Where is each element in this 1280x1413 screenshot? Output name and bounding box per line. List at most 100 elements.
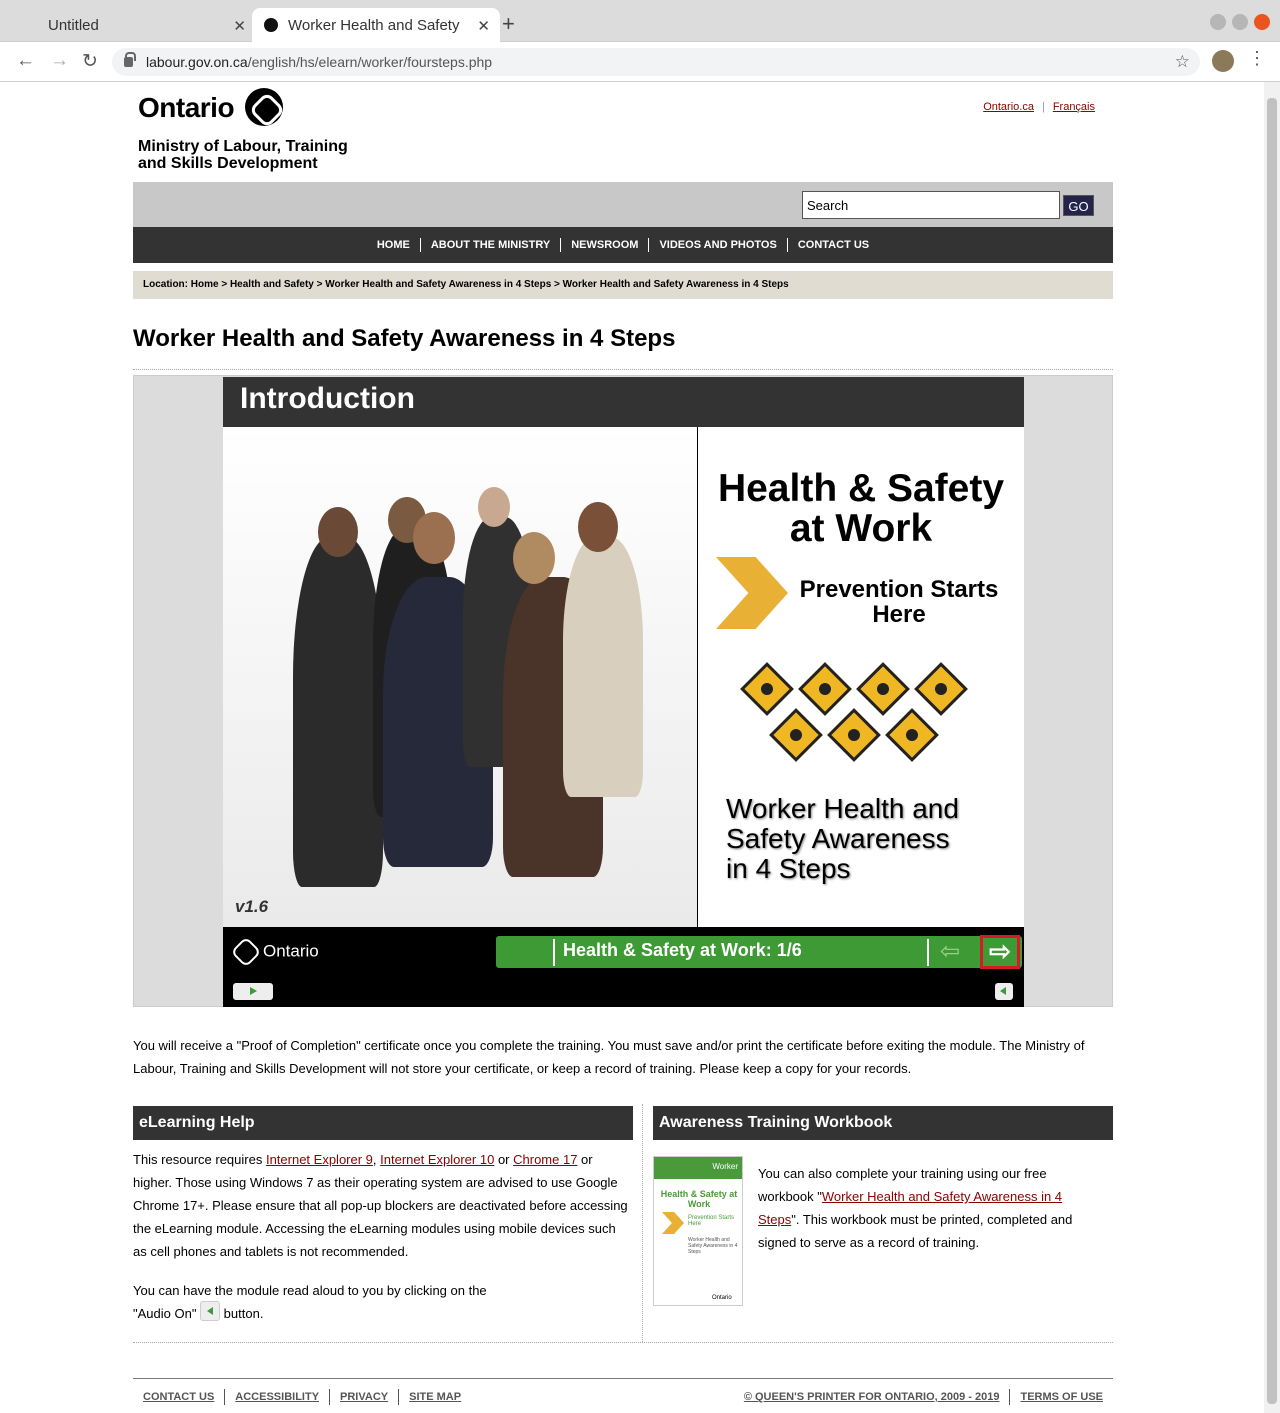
page-title: Worker Health and Safety Awareness in 4 … <box>133 325 676 352</box>
footer-right: © QUEEN'S PRINTER FOR ONTARIO, 2009 - 20… <box>734 1389 1113 1405</box>
menu-icon[interactable]: ⋮ <box>1248 48 1266 69</box>
hard-hat-icon <box>769 708 823 762</box>
footer-site-map-link[interactable]: SITE MAP <box>399 1391 471 1403</box>
workbook-text-part: ". This workbook must be printed, comple… <box>758 1212 1073 1250</box>
fall-hazard-icon <box>827 708 881 762</box>
ie9-link[interactable]: Internet Explorer 9 <box>266 1152 373 1167</box>
ministry-line-2: and Skills Development <box>138 154 318 172</box>
search-go-button[interactable]: GO <box>1063 195 1094 216</box>
reload-icon[interactable]: ↻ <box>82 50 98 73</box>
workbook-cover-title: Health & Safety at Work <box>660 1189 738 1209</box>
bookmark-star-icon[interactable]: ☆ <box>1175 48 1190 76</box>
nav-home[interactable]: HOME <box>367 239 420 251</box>
ontario-favicon-icon <box>264 18 278 32</box>
url-field[interactable]: labour.gov.on.ca/english/hs/elearn/worke… <box>112 48 1200 76</box>
footer-accessibility-link[interactable]: ACCESSIBILITY <box>225 1391 329 1403</box>
copyright-link[interactable]: © QUEEN'S PRINTER FOR ONTARIO, 2009 - 20… <box>734 1391 1010 1403</box>
top-links: Ontario.ca | Français <box>983 101 1095 113</box>
page-footer: CONTACT US ACCESSIBILITY PRIVACY SITE MA… <box>133 1378 1113 1413</box>
module-header: Introduction <box>223 377 1024 427</box>
nav-about-ministry[interactable]: ABOUT THE MINISTRY <box>421 239 560 251</box>
divider <box>133 1342 1113 1343</box>
maximize-icon[interactable] <box>1232 14 1248 30</box>
hearing-protection-icon <box>914 662 968 716</box>
workbook-band: Worker <box>654 1157 742 1179</box>
safety-boot-icon <box>885 708 939 762</box>
tab-bar: Untitled ✕ Worker Health and Safety ✕ + <box>0 0 1280 42</box>
workbook-section: Awareness Training Workbook Worker Healt… <box>653 1106 1113 1306</box>
profile-avatar[interactable] <box>1212 50 1234 72</box>
url-path: /english/hs/elearn/worker/foursteps.php <box>247 54 493 70</box>
play-button[interactable] <box>233 983 273 1000</box>
cover-subtitle-line: Safety Awareness <box>726 823 950 854</box>
footer-links: CONTACT US ACCESSIBILITY PRIVACY SITE MA… <box>133 1389 471 1405</box>
help-text-part: or <box>494 1152 514 1167</box>
close-tab-icon[interactable]: ✕ <box>477 17 490 35</box>
group-photo: v1.6 <box>223 427 697 927</box>
minimize-icon[interactable] <box>1210 14 1226 30</box>
tab-title: Untitled <box>48 16 99 34</box>
divider <box>642 1104 643 1342</box>
certificate-note: You will receive a "Proof of Completion"… <box>133 1038 1085 1076</box>
cover-panel: Health & Safety at Work Prevention Start… <box>698 427 1024 927</box>
trillium-icon <box>244 87 283 126</box>
hazard-signs <box>738 662 988 762</box>
cover-subtitle-line: in 4 Steps <box>726 853 851 884</box>
divider <box>927 939 929 966</box>
elearning-module: Introduction v1.6 Health & Safety at Wor… <box>133 375 1113 1007</box>
close-window-icon[interactable] <box>1254 14 1270 30</box>
tab-worker-health[interactable]: Worker Health and Safety ✕ <box>252 8 500 42</box>
elearning-help-section: eLearning Help This resource requires In… <box>133 1106 633 1325</box>
workbook-text: You can also complete your training usin… <box>758 1162 1098 1254</box>
footer-contact-us-link[interactable]: CONTACT US <box>133 1391 224 1403</box>
ontario-ca-link[interactable]: Ontario.ca <box>983 101 1034 113</box>
forward-icon[interactable]: → <box>50 50 69 72</box>
divider <box>553 939 555 966</box>
scrollbar-thumb[interactable] <box>1267 98 1277 1404</box>
scrollbar[interactable] <box>1264 82 1280 1413</box>
workbook-cover-image[interactable]: Worker Health & Safety at Work Preventio… <box>653 1156 743 1306</box>
window-controls <box>1210 14 1270 30</box>
module-frame: Introduction v1.6 Health & Safety at Wor… <box>223 377 1024 1007</box>
version-label: v1.6 <box>235 897 269 916</box>
new-tab-icon[interactable]: + <box>502 11 515 37</box>
audio-help-part: You can have the module read aloud to yo… <box>133 1283 487 1321</box>
workbook-cover-logo: Ontario <box>712 1295 732 1301</box>
search-band: GO <box>133 182 1113 227</box>
cover-subtitle: Worker Health and Safety Awareness in 4 … <box>726 794 1016 884</box>
francais-link[interactable]: Français <box>1053 101 1095 113</box>
logo-wordmark: Ontario <box>138 92 235 123</box>
search-input[interactable] <box>802 191 1060 219</box>
ministry-line-1: Ministry of Labour, Training <box>138 137 348 155</box>
ontario-logo[interactable]: Ontario Ministry of Labour, Training and… <box>138 87 348 172</box>
audio-on-icon <box>200 1300 221 1321</box>
terms-of-use-link[interactable]: TERMS OF USE <box>1010 1391 1113 1403</box>
tab-untitled[interactable]: Untitled ✕ <box>8 8 256 42</box>
trillium-icon <box>230 936 262 968</box>
cover-subtitle-line: Worker Health and <box>726 793 959 824</box>
ie10-link[interactable]: Internet Explorer 10 <box>380 1152 494 1167</box>
back-icon[interactable]: ← <box>16 50 35 72</box>
footer-logo-text: Ontario <box>263 941 319 961</box>
audio-on-button[interactable] <box>995 983 1013 1000</box>
workbook-cover-sub: Prevention Starts Here <box>688 1215 735 1227</box>
progress-label: Health & Safety at Work: 1/6 <box>563 940 802 960</box>
toxic-hazard-icon <box>798 662 852 716</box>
explosive-hazard-icon <box>740 662 794 716</box>
workbook-cover-small: Worker Health and Safety Awareness in 4 … <box>688 1237 738 1255</box>
nav-videos-photos[interactable]: VIDEOS AND PHOTOS <box>649 239 786 251</box>
back-arrow-icon[interactable]: ⇦ <box>940 940 976 964</box>
next-arrow-icon[interactable]: ⇨ <box>980 935 1020 969</box>
breadcrumb[interactable]: Location: Home > Health and Safety > Wor… <box>133 271 1113 299</box>
help-text-part: This resource requires <box>133 1152 266 1167</box>
prevention-text: Prevention Starts Here <box>799 576 999 628</box>
chrome17-link[interactable]: Chrome 17 <box>513 1152 577 1167</box>
divider <box>133 369 1113 370</box>
tab-title: Worker Health and Safety <box>288 16 460 34</box>
nav-contact-us[interactable]: CONTACT US <box>788 239 879 251</box>
close-tab-icon[interactable]: ✕ <box>233 17 246 35</box>
url-host: labour.gov.on.ca <box>146 54 248 70</box>
footer-privacy-link[interactable]: PRIVACY <box>330 1391 398 1403</box>
nav-newsroom[interactable]: NEWSROOM <box>561 239 648 251</box>
main-nav: HOME ABOUT THE MINISTRY NEWSROOM VIDEOS … <box>133 227 1113 263</box>
